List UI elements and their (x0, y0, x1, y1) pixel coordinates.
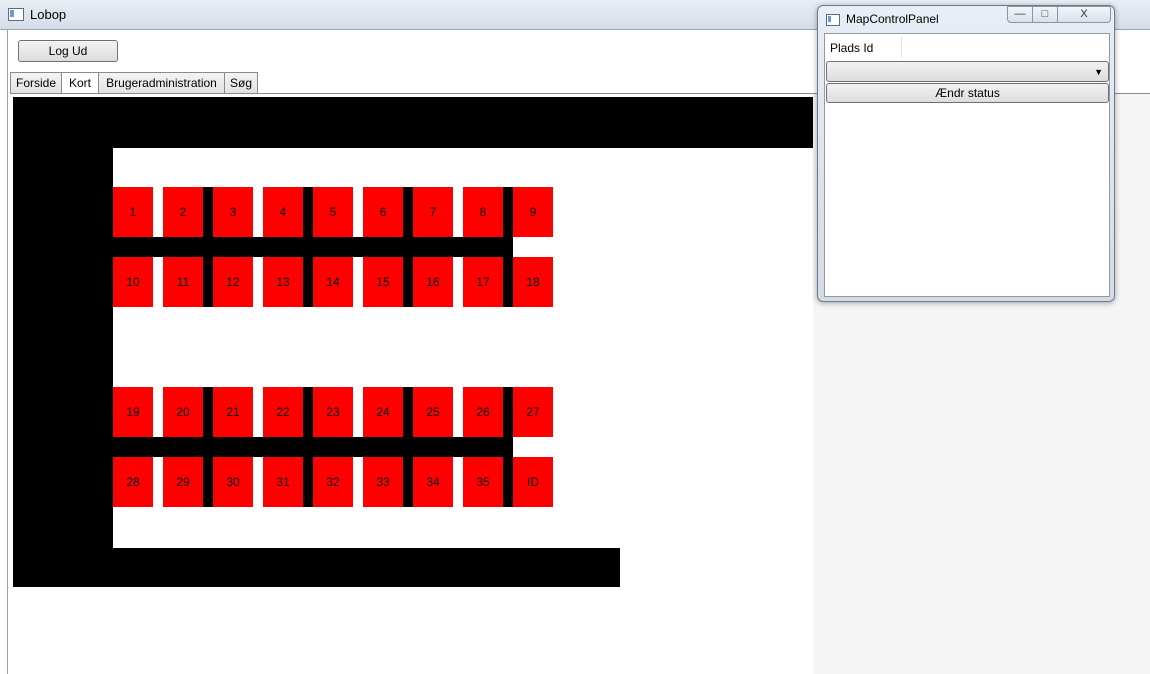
parking-spot[interactable]: 9 (513, 187, 553, 237)
change-status-button[interactable]: Ændr status (826, 83, 1109, 103)
parking-spot[interactable]: 13 (263, 257, 303, 307)
panel-client-area: Plads Id ▼ Ændr status (824, 33, 1110, 297)
parking-spot[interactable]: 17 (463, 257, 503, 307)
tab-brugeradministration[interactable]: Brugeradministration (98, 72, 225, 93)
spot-divider (203, 387, 213, 507)
panel-title: MapControlPanel (846, 12, 939, 26)
parking-spot[interactable]: 5 (313, 187, 353, 237)
map-control-panel-window: MapControlPanel — □ X Plads Id ▼ Ændr st… (817, 5, 1115, 302)
parking-spot[interactable]: 25 (413, 387, 453, 437)
spot-divider (203, 187, 213, 307)
parking-spot[interactable]: 1 (113, 187, 153, 237)
parking-spot[interactable]: 14 (313, 257, 353, 307)
tab-sog[interactable]: Søg (224, 72, 258, 93)
window-icon (8, 8, 24, 21)
map-wall-top (13, 97, 813, 148)
parking-spot[interactable]: 7 (413, 187, 453, 237)
status-dropdown[interactable]: ▼ (826, 61, 1109, 82)
window-icon (826, 14, 840, 26)
chevron-down-icon: ▼ (1094, 67, 1103, 77)
parking-spot[interactable]: 8 (463, 187, 503, 237)
parking-spot[interactable]: 23 (313, 387, 353, 437)
spot-divider (403, 387, 413, 507)
parking-spot[interactable]: 16 (413, 257, 453, 307)
parking-spot[interactable]: 26 (463, 387, 503, 437)
spot-divider (503, 387, 513, 507)
minimize-button[interactable]: — (1007, 6, 1033, 23)
plads-id-input[interactable] (901, 36, 1107, 58)
parking-spot[interactable]: 30 (213, 457, 253, 507)
window-border (7, 29, 8, 674)
parking-spot[interactable]: 34 (413, 457, 453, 507)
parking-spot[interactable]: 3 (213, 187, 253, 237)
parking-spot[interactable]: 11 (163, 257, 203, 307)
maximize-button[interactable]: □ (1032, 6, 1058, 23)
spot-divider (303, 187, 313, 307)
parking-spot[interactable]: 32 (313, 457, 353, 507)
parking-spot[interactable]: 35 (463, 457, 503, 507)
parking-spot[interactable]: 21 (213, 387, 253, 437)
parking-spot[interactable]: 31 (263, 457, 303, 507)
map-aisle-lower (113, 437, 513, 457)
close-button[interactable]: X (1057, 6, 1111, 23)
tab-forside[interactable]: Forside (10, 72, 62, 93)
parking-spot[interactable]: 2 (163, 187, 203, 237)
parking-spot[interactable]: 28 (113, 457, 153, 507)
parking-spot[interactable]: 22 (263, 387, 303, 437)
parking-spot[interactable]: 29 (163, 457, 203, 507)
map-wall-left (13, 97, 113, 587)
parking-spot[interactable]: 12 (213, 257, 253, 307)
tab-kort[interactable]: Kort (61, 72, 99, 94)
parking-spot[interactable]: 33 (363, 457, 403, 507)
parking-spot[interactable]: 18 (513, 257, 553, 307)
map-wall-bottom (13, 548, 620, 587)
parking-spot[interactable]: 19 (113, 387, 153, 437)
parking-spot[interactable]: 24 (363, 387, 403, 437)
logout-button[interactable]: Log Ud (18, 40, 118, 62)
parking-spot[interactable]: ID (513, 457, 553, 507)
window-controls: — □ X (1007, 6, 1111, 24)
parking-spot[interactable]: 27 (513, 387, 553, 437)
spot-divider (503, 187, 513, 307)
spot-divider (403, 187, 413, 307)
parking-spot[interactable]: 6 (363, 187, 403, 237)
window-title: Lobop (30, 7, 67, 22)
spot-divider (303, 387, 313, 507)
parking-map: 1 2 3 4 5 6 7 8 9 10 11 12 13 14 15 16 17 18 19 20 21 22 23 24 2… (13, 97, 813, 674)
parking-spot[interactable]: 10 (113, 257, 153, 307)
parking-spot[interactable]: 20 (163, 387, 203, 437)
plads-id-label: Plads Id (830, 41, 874, 55)
parking-spot[interactable]: 4 (263, 187, 303, 237)
parking-spot[interactable]: 15 (363, 257, 403, 307)
map-aisle-upper (113, 237, 513, 257)
